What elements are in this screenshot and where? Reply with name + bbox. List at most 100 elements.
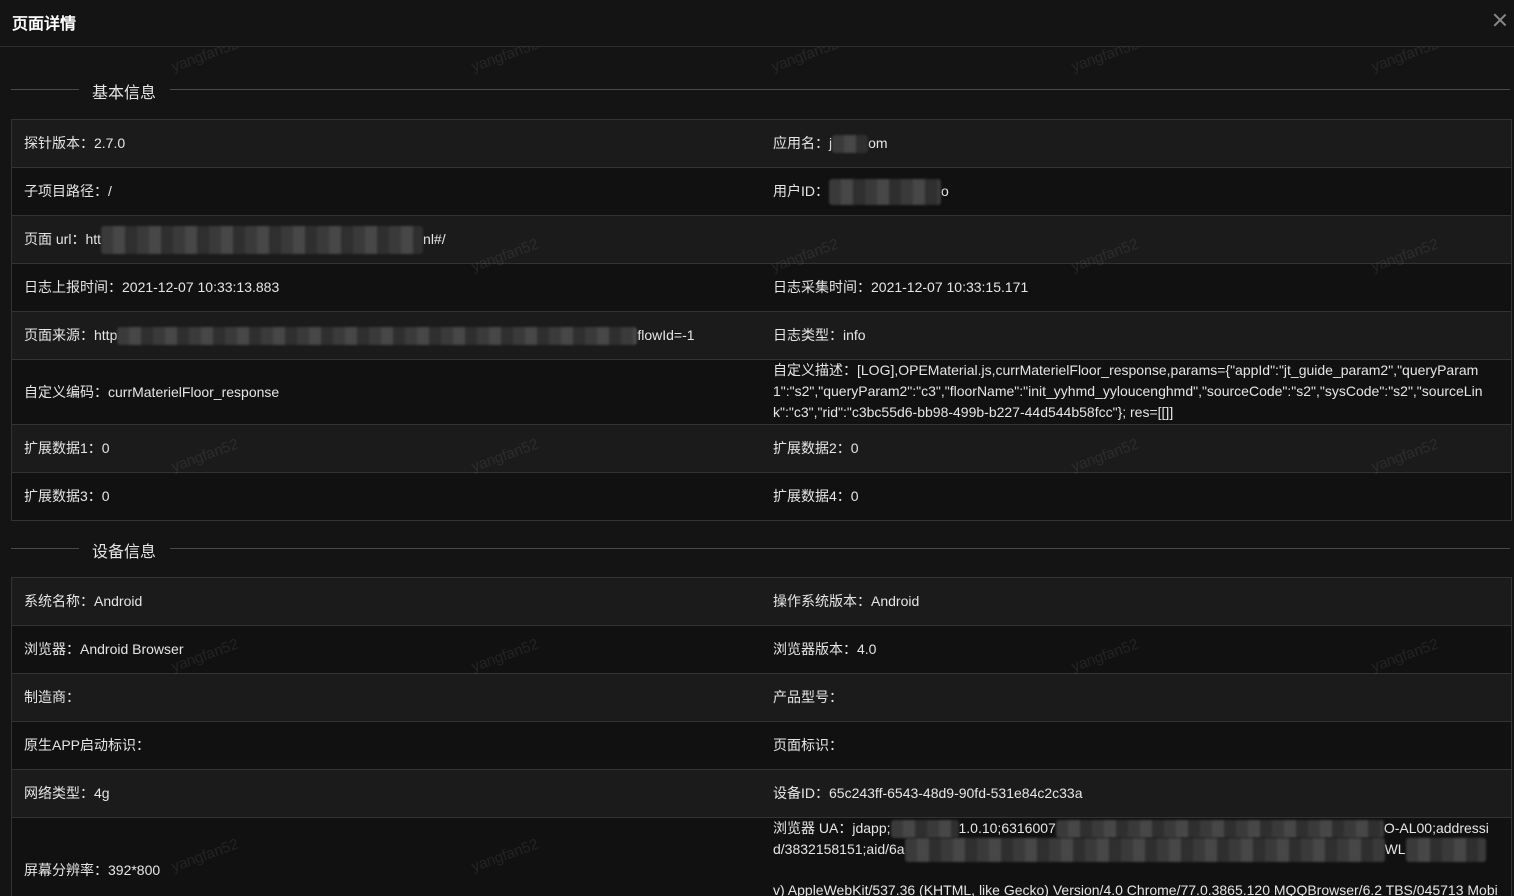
field-label: 日志上报时间：	[24, 279, 122, 295]
field-resolution: 屏幕分辨率： 392*800	[12, 818, 760, 896]
field-label: 原生APP启动标识：	[24, 737, 151, 753]
field-value: 392*800	[108, 861, 161, 878]
field-value: 2.7.0	[94, 135, 126, 151]
field-value: info	[843, 327, 866, 343]
field-value: Android	[94, 593, 143, 609]
field-label: 自定义编码：	[24, 383, 108, 400]
field-value: 1.0.10;6316007	[958, 820, 1056, 836]
field-browser-version: 浏览器版本： 4.0	[760, 626, 1511, 673]
divider	[170, 548, 1510, 549]
field-page-url: 页面 url： htt nl#/	[12, 216, 760, 263]
field-label: 页面来源：	[24, 327, 94, 343]
field-label: 网络类型：	[24, 785, 94, 801]
redacted-mask	[904, 837, 1385, 862]
section-title: 基本信息	[92, 85, 157, 102]
redacted-mask	[117, 326, 638, 345]
field-label: 系统名称：	[24, 593, 94, 609]
field-custom-code: 自定义编码： currMaterielFloor_response	[12, 360, 760, 424]
table-row: 原生APP启动标识： 页面标识：	[12, 722, 1511, 770]
field-sub-path: 子项目路径： /	[12, 168, 760, 215]
field-ua: 浏览器 UA： jdapp; 1.0.10;6316007 O-AL00;add…	[760, 818, 1511, 896]
field-collect-time: 日志采集时间： 2021-12-07 10:33:15.171	[760, 264, 1511, 311]
field-label: 扩展数据1：	[24, 440, 102, 456]
field-label: 浏览器：	[24, 641, 80, 657]
field-value: v) AppleWebKit/537.36 (KHTML, like Gecko…	[773, 882, 1498, 896]
field-label: 用户ID：	[773, 183, 829, 199]
table-row: 浏览器： Android Browser 浏览器版本： 4.0	[12, 626, 1511, 674]
redacted-mask	[1405, 837, 1486, 862]
ua-line: d/3832158151;aid/6a WL	[773, 837, 1499, 862]
table-row: 屏幕分辨率： 392*800 浏览器 UA： jdapp; 1.0.10;631…	[12, 818, 1511, 896]
redacted-mask	[101, 225, 424, 254]
dialog-body: 基本信息 探针版本： 2.7.0 应用名： j om 子项目路径： / 用户ID…	[0, 47, 1514, 896]
field-value: currMaterielFloor_response	[108, 383, 280, 400]
field-value: 4g	[94, 785, 110, 801]
field-page-source: 页面来源： http flowId=-1	[12, 312, 760, 359]
field-label: 扩展数据2：	[773, 440, 851, 456]
field-value: http	[94, 327, 118, 343]
field-log-type: 日志类型： info	[760, 312, 1511, 359]
table-row: 探针版本： 2.7.0 应用名： j om	[12, 120, 1511, 168]
field-report-time: 日志上报时间： 2021-12-07 10:33:13.883	[12, 264, 760, 311]
field-model: 产品型号：	[760, 674, 1511, 721]
field-browser: 浏览器： Android Browser	[12, 626, 760, 673]
redacted-mask	[1055, 819, 1384, 838]
field-value: 0	[850, 440, 859, 456]
field-ext2: 扩展数据2： 0	[760, 425, 1511, 472]
field-label: 子项目路径：	[24, 183, 108, 199]
field-value: /	[108, 183, 112, 199]
field-custom-desc: 自定义描述：[LOG],OPEMaterial.js,currMaterielF…	[760, 360, 1511, 424]
table-row: 扩展数据3： 0 扩展数据4： 0	[12, 473, 1511, 520]
table-row: 扩展数据1： 0 扩展数据2： 0	[12, 425, 1511, 473]
divider	[11, 548, 79, 549]
field-label: 操作系统版本：	[773, 593, 871, 609]
field-label: 探针版本：	[24, 135, 94, 151]
field-value: htt	[85, 231, 102, 247]
field-label: 日志采集时间：	[773, 279, 871, 295]
field-ext1: 扩展数据1： 0	[12, 425, 760, 472]
close-icon[interactable]	[1492, 12, 1508, 28]
field-value: 2021-12-07 10:33:13.883	[122, 279, 280, 295]
field-label: 应用名：	[773, 135, 829, 151]
field-value: jdapp;	[852, 820, 891, 836]
field-label: 设备ID：	[773, 785, 829, 801]
field-value: 0	[101, 488, 110, 504]
table-row: 自定义编码： currMaterielFloor_response 自定义描述：…	[12, 360, 1511, 425]
field-value: Android Browser	[80, 641, 184, 657]
dialog-title: 页面详情	[12, 16, 77, 33]
field-value: [LOG],OPEMaterial.js,currMaterielFloor_r…	[773, 362, 1483, 420]
table-row: 日志上报时间： 2021-12-07 10:33:13.883 日志采集时间： …	[12, 264, 1511, 312]
redacted-mask	[829, 178, 941, 205]
field-ext4: 扩展数据4： 0	[760, 473, 1511, 520]
field-app-name: 应用名： j om	[760, 120, 1511, 167]
field-probe-version: 探针版本： 2.7.0	[12, 120, 760, 167]
field-value: 0	[101, 440, 110, 456]
field-os-version: 操作系统版本： Android	[760, 578, 1511, 625]
field-value: Android	[871, 593, 920, 609]
field-label: 日志类型：	[773, 327, 843, 343]
field-label: 屏幕分辨率：	[24, 861, 108, 878]
field-native-app: 原生APP启动标识：	[12, 722, 760, 769]
field-ext3: 扩展数据3： 0	[12, 473, 760, 520]
basic-info-table: 探针版本： 2.7.0 应用名： j om 子项目路径： / 用户ID： o 页…	[11, 119, 1512, 521]
table-row: 页面来源： http flowId=-1 日志类型： info	[12, 312, 1511, 360]
field-os-name: 系统名称： Android	[12, 578, 760, 625]
divider	[11, 89, 79, 90]
field-page-flag: 页面标识：	[760, 722, 1511, 769]
field-value: nl#/	[423, 231, 446, 247]
field-label: 扩展数据3：	[24, 488, 102, 504]
field-manufacturer: 制造商：	[12, 674, 760, 721]
field-value: flowId=-1	[637, 327, 695, 343]
table-row: 页面 url： htt nl#/	[12, 216, 1511, 264]
field-user-id: 用户ID： o	[760, 168, 1511, 215]
field-value: 65c243ff-6543-48d9-90fd-531e84c2c33a	[829, 785, 1083, 801]
table-row: 制造商： 产品型号：	[12, 674, 1511, 722]
empty-cell	[760, 216, 1511, 263]
field-value: WL	[1384, 841, 1406, 857]
field-value: O-AL00;addressi	[1383, 820, 1489, 836]
section-basic-info: 基本信息	[0, 47, 1514, 119]
section-title: 设备信息	[92, 544, 157, 561]
field-label: 页面标识：	[773, 737, 843, 753]
field-label: 产品型号：	[773, 689, 843, 705]
field-value: 0	[850, 488, 859, 504]
